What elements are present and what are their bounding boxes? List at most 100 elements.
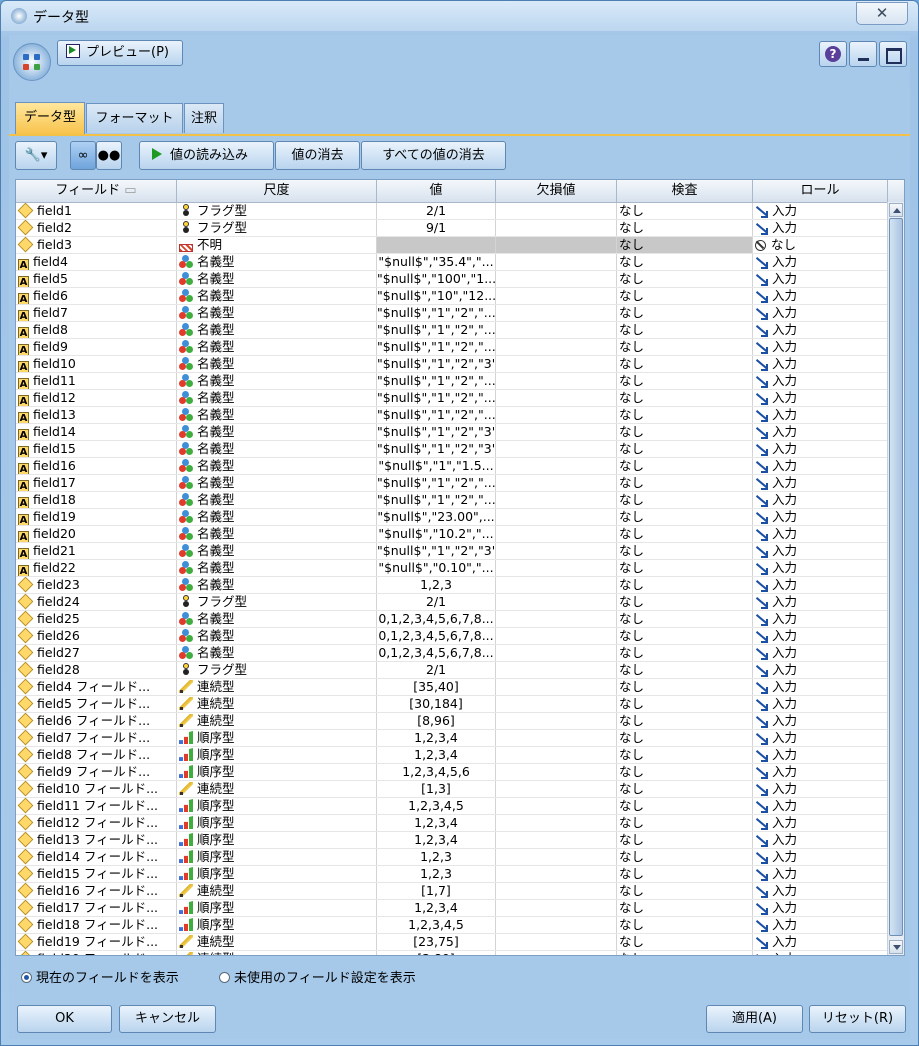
role-cell[interactable]: 入力	[753, 594, 888, 610]
table-row[interactable]: Afield21 名義型 "$null$","1","2","3" なし 入力	[16, 543, 888, 560]
role-cell[interactable]: 入力	[753, 679, 888, 695]
missing-cell[interactable]	[496, 390, 617, 406]
measure-cell[interactable]: 名義型	[177, 458, 377, 474]
missing-cell[interactable]	[496, 645, 617, 661]
check-cell[interactable]: なし	[617, 934, 753, 950]
role-cell[interactable]: 入力	[753, 730, 888, 746]
role-cell[interactable]: 入力	[753, 832, 888, 848]
role-cell[interactable]: 入力	[753, 356, 888, 372]
role-cell[interactable]: 入力	[753, 526, 888, 542]
missing-cell[interactable]	[496, 560, 617, 576]
table-row[interactable]: Afield16 名義型 "$null$","1","1.5... なし 入力	[16, 458, 888, 475]
values-cell[interactable]: "$null$","1","2","...	[377, 305, 496, 321]
measure-cell[interactable]: 名義型	[177, 645, 377, 661]
missing-cell[interactable]	[496, 373, 617, 389]
table-row[interactable]: field26 名義型 0,1,2,3,4,5,6,7,8... なし 入力	[16, 628, 888, 645]
clear-all-values-button[interactable]: すべての値の消去	[361, 141, 506, 170]
missing-cell[interactable]	[496, 611, 617, 627]
role-cell[interactable]: 入力	[753, 798, 888, 814]
table-row[interactable]: Afield11 名義型 "$null$","1","2","... なし 入力	[16, 373, 888, 390]
check-cell[interactable]: なし	[617, 373, 753, 389]
scroll-up-icon[interactable]	[889, 203, 903, 217]
measure-cell[interactable]: 連続型	[177, 934, 377, 950]
table-row[interactable]: field5 フィールド... 連続型 [30,184] なし 入力	[16, 696, 888, 713]
table-row[interactable]: Afield12 名義型 "$null$","1","2","... なし 入力	[16, 390, 888, 407]
values-cell[interactable]: 1,2,3,4	[377, 730, 496, 746]
measure-cell[interactable]: 名義型	[177, 339, 377, 355]
table-row[interactable]: field25 名義型 0,1,2,3,4,5,6,7,8... なし 入力	[16, 611, 888, 628]
check-cell[interactable]: なし	[617, 747, 753, 763]
check-cell[interactable]: なし	[617, 713, 753, 729]
role-cell[interactable]: 入力	[753, 407, 888, 423]
table-row[interactable]: field23 名義型 1,2,3 なし 入力	[16, 577, 888, 594]
role-cell[interactable]: 入力	[753, 747, 888, 763]
check-cell[interactable]: なし	[617, 526, 753, 542]
table-row[interactable]: field4 フィールド... 連続型 [35,40] なし 入力	[16, 679, 888, 696]
measure-cell[interactable]: 順序型	[177, 849, 377, 865]
table-row[interactable]: field18 フィールド... 順序型 1,2,3,4,5 なし 入力	[16, 917, 888, 934]
role-cell[interactable]: 入力	[753, 713, 888, 729]
values-cell[interactable]: 1,2,3,4,5,6	[377, 764, 496, 780]
check-cell[interactable]: なし	[617, 645, 753, 661]
check-cell[interactable]: なし	[617, 288, 753, 304]
values-cell[interactable]: 1,2,3,4	[377, 832, 496, 848]
measure-cell[interactable]: 順序型	[177, 832, 377, 848]
values-cell[interactable]: "$null$","1","2","...	[377, 373, 496, 389]
check-cell[interactable]: なし	[617, 509, 753, 525]
role-cell[interactable]: 入力	[753, 611, 888, 627]
missing-cell[interactable]	[496, 492, 617, 508]
column-header-values[interactable]: 値	[377, 180, 496, 202]
ok-button[interactable]: OK	[17, 1005, 112, 1033]
values-cell[interactable]: [30,184]	[377, 696, 496, 712]
tab-data-type[interactable]: データ型	[15, 102, 85, 135]
check-cell[interactable]: なし	[617, 492, 753, 508]
check-cell[interactable]: なし	[617, 237, 753, 253]
check-cell[interactable]: なし	[617, 696, 753, 712]
values-cell[interactable]: 1,2,3,4	[377, 900, 496, 916]
role-cell[interactable]: 入力	[753, 543, 888, 559]
role-cell[interactable]: 入力	[753, 781, 888, 797]
table-row[interactable]: field19 フィールド... 連続型 [23,75] なし 入力	[16, 934, 888, 951]
check-cell[interactable]: なし	[617, 679, 753, 695]
measure-cell[interactable]: 名義型	[177, 509, 377, 525]
values-cell[interactable]: "$null$","1","2","...	[377, 322, 496, 338]
check-cell[interactable]: なし	[617, 254, 753, 270]
role-cell[interactable]: 入力	[753, 254, 888, 270]
column-header-missing[interactable]: 欠損値	[496, 180, 617, 202]
missing-cell[interactable]	[496, 577, 617, 593]
missing-cell[interactable]	[496, 407, 617, 423]
role-cell[interactable]: 入力	[753, 815, 888, 831]
measure-cell[interactable]: 名義型	[177, 373, 377, 389]
missing-cell[interactable]	[496, 441, 617, 457]
table-row[interactable]: field16 フィールド... 連続型 [1,7] なし 入力	[16, 883, 888, 900]
values-cell[interactable]: "$null$","100","1...	[377, 271, 496, 287]
measure-cell[interactable]: 名義型	[177, 424, 377, 440]
values-cell[interactable]: "$null$","1","1.5...	[377, 458, 496, 474]
check-cell[interactable]: なし	[617, 781, 753, 797]
role-cell[interactable]: 入力	[753, 322, 888, 338]
measure-cell[interactable]: 連続型	[177, 713, 377, 729]
measure-cell[interactable]: 名義型	[177, 356, 377, 372]
role-cell[interactable]: 入力	[753, 220, 888, 236]
table-row[interactable]: Afield5 名義型 "$null$","100","1... なし 入力	[16, 271, 888, 288]
check-cell[interactable]: なし	[617, 798, 753, 814]
tab-annotation[interactable]: 注釈	[184, 103, 224, 133]
values-cell[interactable]: "$null$","1","2","...	[377, 475, 496, 491]
check-cell[interactable]: なし	[617, 475, 753, 491]
tab-format[interactable]: フォーマット	[86, 103, 183, 133]
missing-cell[interactable]	[496, 662, 617, 678]
missing-cell[interactable]	[496, 305, 617, 321]
missing-cell[interactable]	[496, 458, 617, 474]
missing-cell[interactable]	[496, 679, 617, 695]
missing-cell[interactable]	[496, 288, 617, 304]
missing-cell[interactable]	[496, 237, 617, 253]
missing-cell[interactable]	[496, 203, 617, 219]
missing-cell[interactable]	[496, 475, 617, 491]
check-cell[interactable]: なし	[617, 220, 753, 236]
check-cell[interactable]: なし	[617, 441, 753, 457]
measure-cell[interactable]: 連続型	[177, 781, 377, 797]
missing-cell[interactable]	[496, 339, 617, 355]
check-cell[interactable]: なし	[617, 832, 753, 848]
check-cell[interactable]: なし	[617, 594, 753, 610]
values-cell[interactable]: 0,1,2,3,4,5,6,7,8...	[377, 628, 496, 644]
